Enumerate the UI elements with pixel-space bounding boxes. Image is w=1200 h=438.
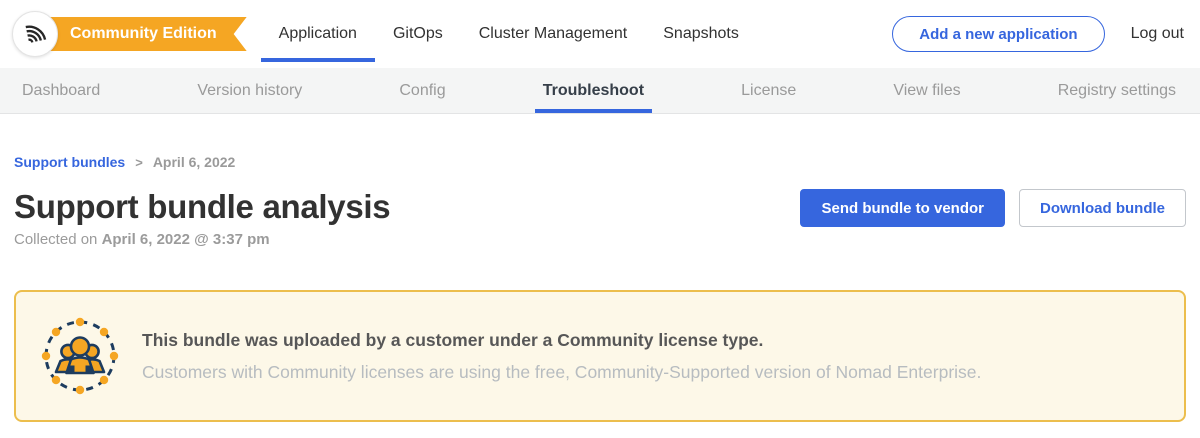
logout-link[interactable]: Log out <box>1131 25 1184 43</box>
primary-tabs: Application GitOps Cluster Management Sn… <box>261 0 757 68</box>
banner-text: This bundle was uploaded by a customer u… <box>142 330 981 383</box>
subtab-view-files[interactable]: View files <box>891 68 962 113</box>
community-edition-badge: Community Edition <box>46 17 247 51</box>
app-subnav: Dashboard Version history Config Trouble… <box>0 68 1200 114</box>
breadcrumb: Support bundles > April 6, 2022 <box>14 154 1186 170</box>
collected-timestamp: Collected on April 6, 2022 @ 3:37 pm <box>14 231 390 248</box>
title-block: Support bundle analysis Collected on Apr… <box>14 188 390 248</box>
bundle-actions: Send bundle to vendor Download bundle <box>800 188 1186 227</box>
banner-description: Customers with Community licenses are us… <box>142 362 981 383</box>
community-license-banner: This bundle was uploaded by a customer u… <box>14 290 1186 422</box>
subtab-registry-settings[interactable]: Registry settings <box>1056 68 1178 113</box>
subtab-version-history[interactable]: Version history <box>195 68 304 113</box>
main-content: Support bundles > April 6, 2022 Support … <box>0 154 1200 422</box>
banner-title: This bundle was uploaded by a customer u… <box>142 330 981 351</box>
subtab-license[interactable]: License <box>739 68 798 113</box>
breadcrumb-separator: > <box>135 155 143 170</box>
subtab-troubleshoot[interactable]: Troubleshoot <box>541 68 646 113</box>
tab-cluster-management[interactable]: Cluster Management <box>461 0 646 68</box>
top-nav: Community Edition Application GitOps Clu… <box>0 0 1200 68</box>
logo-group: Community Edition <box>0 0 247 68</box>
add-new-application-button[interactable]: Add a new application <box>892 16 1104 52</box>
replicated-logo-icon <box>22 21 48 47</box>
title-row: Support bundle analysis Collected on Apr… <box>14 188 1186 248</box>
tab-application[interactable]: Application <box>261 0 375 68</box>
subtab-config[interactable]: Config <box>397 68 447 113</box>
page-title: Support bundle analysis <box>14 188 390 226</box>
breadcrumb-current: April 6, 2022 <box>153 154 236 170</box>
collected-prefix: Collected on <box>14 231 97 248</box>
app-logo[interactable] <box>12 11 58 57</box>
collected-date: April 6, 2022 @ 3:37 pm <box>102 231 270 248</box>
tab-gitops[interactable]: GitOps <box>375 0 461 68</box>
community-people-icon <box>40 316 120 396</box>
breadcrumb-support-bundles-link[interactable]: Support bundles <box>14 154 125 170</box>
subtab-dashboard[interactable]: Dashboard <box>20 68 102 113</box>
send-bundle-to-vendor-button[interactable]: Send bundle to vendor <box>800 189 1005 227</box>
download-bundle-button[interactable]: Download bundle <box>1019 189 1186 227</box>
header-actions: Add a new application Log out <box>892 0 1200 68</box>
tab-snapshots[interactable]: Snapshots <box>645 0 757 68</box>
